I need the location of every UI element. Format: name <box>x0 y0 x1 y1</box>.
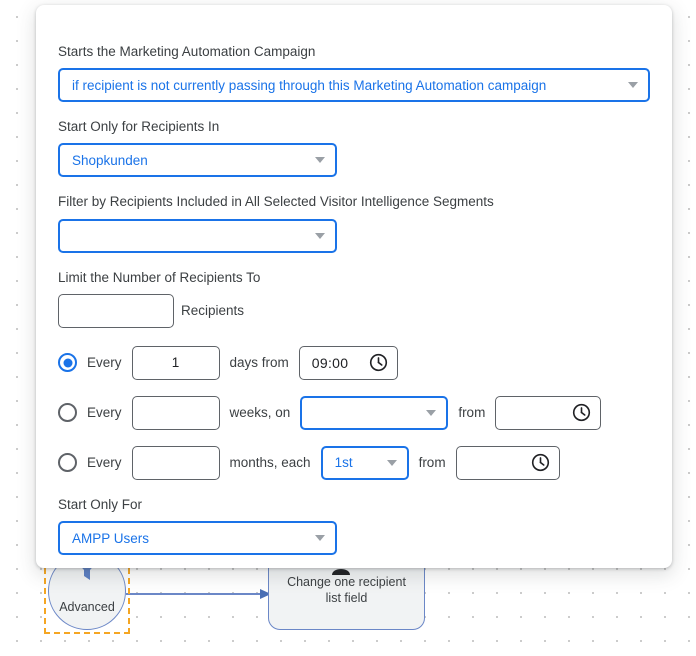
schedule-radio-days[interactable] <box>58 353 77 373</box>
schedule-months-time-field[interactable] <box>455 445 560 480</box>
schedule-row-months: Every months, each 1st from <box>58 445 650 480</box>
recipient-limit-row: Recipients <box>58 293 650 328</box>
visitor-segments-select[interactable] <box>58 218 337 253</box>
field-start-only-for: Start Only For AMPP Users <box>58 496 650 556</box>
chevron-down-icon <box>628 82 638 89</box>
recipient-limit-input[interactable] <box>58 293 174 328</box>
campaign-start-value: if recipient is not currently passing th… <box>72 77 547 93</box>
schedule-months-day-select[interactable]: 1st <box>320 445 409 480</box>
chevron-down-icon <box>386 459 397 466</box>
recipients-in-select[interactable]: Shopkunden <box>58 143 337 178</box>
schedule-days-time-field[interactable]: 09:00 <box>298 345 398 380</box>
field-campaign-start: Starts the Marketing Automation Campaign… <box>58 43 650 103</box>
field-recipients-in: Start Only for Recipients In Shopkunden <box>58 118 650 178</box>
chevron-down-icon <box>315 232 325 239</box>
dialog-body: Starts the Marketing Automation Campaign… <box>36 5 672 568</box>
visitor-segments-label: Filter by Recipients Included in All Sel… <box>58 194 494 210</box>
schedule-weeks-unit-label: weeks, on <box>229 405 291 421</box>
schedule-weeks-time-field[interactable] <box>495 395 602 430</box>
recipients-in-label: Start Only for Recipients In <box>58 119 220 135</box>
schedule-weeks-from-label: from <box>458 405 486 421</box>
schedule-days-unit-label: days from <box>229 355 289 371</box>
schedule-months-interval-input[interactable] <box>131 445 220 480</box>
clock-icon[interactable] <box>572 403 591 422</box>
schedule-radio-weeks[interactable] <box>58 403 77 423</box>
recipient-limit-label: Limit the Number of Recipients To <box>58 269 261 285</box>
start-only-for-select[interactable]: AMPP Users <box>58 521 337 556</box>
campaign-start-settings-dialog: Starts the Marketing Automation Campaign… <box>36 5 672 568</box>
clock-icon[interactable] <box>369 353 388 372</box>
schedule-days-interval-input[interactable] <box>131 345 220 380</box>
chevron-down-icon <box>315 535 325 542</box>
field-recipient-limit: Limit the Number of Recipients To Recipi… <box>58 269 650 328</box>
start-only-for-value: AMPP Users <box>72 530 150 546</box>
field-visitor-segments: Filter by Recipients Included in All Sel… <box>58 193 650 253</box>
schedule-row-weeks: Every weeks, on from <box>58 395 650 430</box>
schedule-radio-months[interactable] <box>58 453 77 473</box>
flow-node-change-label: Change one recipient list field <box>287 575 406 605</box>
campaign-start-label: Starts the Marketing Automation Campaign <box>58 44 316 59</box>
recipients-in-value: Shopkunden <box>72 152 148 168</box>
clock-icon[interactable] <box>531 453 550 472</box>
schedule-months-unit-label: months, each <box>229 455 311 471</box>
campaign-start-select[interactable]: if recipient is not currently passing th… <box>58 68 650 103</box>
schedule-months-from-label: from <box>418 455 446 471</box>
schedule-days-every-label: Every <box>87 355 122 371</box>
flow-connector-arrow <box>126 589 271 599</box>
recipient-limit-suffix: Recipients <box>181 303 245 319</box>
schedule-months-every-label: Every <box>87 455 122 471</box>
start-only-for-label: Start Only For <box>58 496 143 512</box>
schedule-weeks-day-select[interactable] <box>300 395 449 430</box>
chevron-down-icon <box>315 157 325 164</box>
chevron-down-icon <box>426 409 437 416</box>
schedule-weeks-every-label: Every <box>87 405 122 421</box>
schedule-row-days: Every days from 09:00 <box>58 345 650 380</box>
schedule-months-day-value: 1st <box>334 455 353 471</box>
schedule-weeks-interval-input[interactable] <box>131 395 220 430</box>
schedule-days-time-value: 09:00 <box>311 354 349 371</box>
